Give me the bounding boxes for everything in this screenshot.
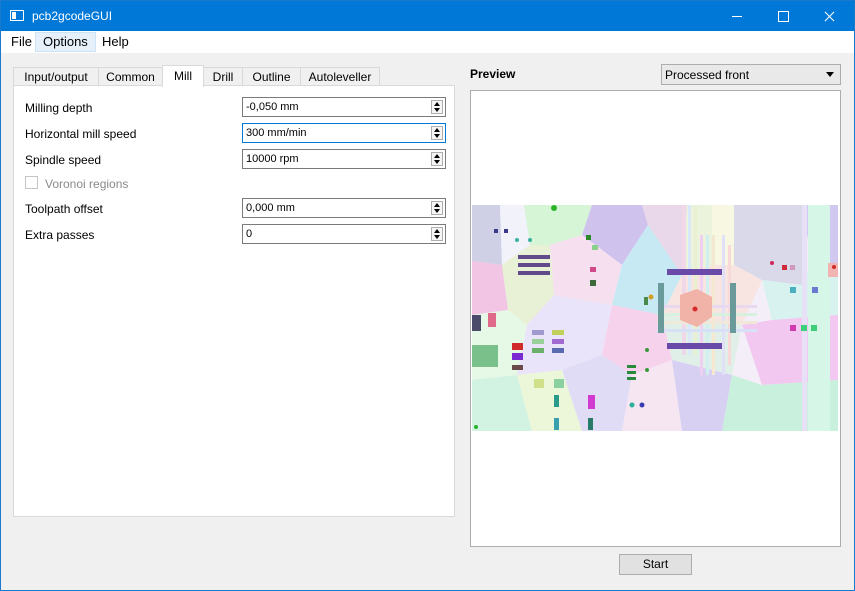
title-bar[interactable]: pcb2gcodeGUI — [1, 1, 854, 31]
toolpath-offset-input[interactable]: 0,000 mm — [242, 198, 446, 218]
toolpath-offset-value[interactable]: 0,000 mm — [246, 202, 295, 214]
menu-help[interactable]: Help — [95, 32, 136, 52]
preview-view-select[interactable]: Processed front — [661, 64, 841, 85]
spindle-speed-spin-buttons[interactable] — [431, 152, 443, 166]
voronoi-checkbox[interactable] — [25, 176, 38, 189]
maximize-icon[interactable] — [760, 1, 806, 31]
milling-depth-spin-buttons[interactable] — [431, 100, 443, 114]
milling-depth-input[interactable]: -0,050 mm — [242, 97, 446, 117]
start-button[interactable]: Start — [619, 554, 692, 575]
spin-down-icon[interactable] — [434, 160, 440, 164]
horizontal-speed-label: Horizontal mill speed — [25, 127, 137, 141]
spin-down-icon[interactable] — [434, 134, 440, 138]
spin-up-icon[interactable] — [434, 229, 440, 233]
spin-up-icon[interactable] — [434, 128, 440, 132]
tab-outline[interactable]: Outline — [242, 67, 301, 86]
spin-down-icon[interactable] — [434, 235, 440, 239]
mill-settings-panel: Milling depth -0,050 mm Horizontal mill … — [13, 85, 455, 517]
menu-options[interactable]: Options — [35, 32, 96, 52]
tab-input-output[interactable]: Input/output — [13, 67, 99, 86]
milling-depth-label: Milling depth — [25, 101, 93, 115]
tab-autoleveller[interactable]: Autoleveller — [300, 67, 380, 86]
preview-label: Preview — [470, 67, 516, 81]
dropdown-arrow-icon[interactable] — [826, 72, 834, 77]
tab-drill[interactable]: Drill — [203, 67, 243, 86]
window-title: pcb2gcodeGUI — [32, 9, 113, 23]
spin-up-icon[interactable] — [434, 203, 440, 207]
spindle-speed-input[interactable]: 10000 rpm — [242, 149, 446, 169]
voronoi-label: Voronoi regions — [45, 177, 129, 191]
horizontal-speed-value[interactable]: 300 mm/min — [246, 127, 307, 139]
spin-down-icon[interactable] — [434, 108, 440, 112]
horizontal-speed-spin-buttons[interactable] — [431, 126, 443, 140]
preview-area[interactable] — [470, 90, 841, 547]
horizontal-speed-input[interactable]: 300 mm/min — [242, 123, 446, 143]
extra-passes-label: Extra passes — [25, 228, 95, 242]
toolpath-offset-spin-buttons[interactable] — [431, 201, 443, 215]
pcb-preview-image — [472, 205, 838, 431]
menu-bar: File Options Help — [1, 31, 854, 53]
spin-up-icon[interactable] — [434, 154, 440, 158]
extra-passes-input[interactable]: 0 — [242, 224, 446, 244]
extra-passes-value[interactable]: 0 — [246, 228, 252, 240]
app-icon — [10, 10, 24, 21]
close-icon[interactable] — [806, 1, 852, 31]
spindle-speed-label: Spindle speed — [25, 153, 102, 167]
app-window: pcb2gcodeGUI File Options Help Input/out… — [0, 0, 855, 591]
tab-common[interactable]: Common — [98, 67, 163, 86]
extra-passes-spin-buttons[interactable] — [431, 227, 443, 241]
preview-view-value[interactable]: Processed front — [665, 68, 749, 82]
toolpath-offset-label: Toolpath offset — [25, 202, 103, 216]
spin-up-icon[interactable] — [434, 102, 440, 106]
milling-depth-value[interactable]: -0,050 mm — [246, 101, 299, 113]
minimize-icon[interactable] — [714, 1, 760, 31]
menu-file[interactable]: File — [4, 32, 39, 52]
spin-down-icon[interactable] — [434, 209, 440, 213]
tab-mill[interactable]: Mill — [162, 65, 204, 87]
spindle-speed-value[interactable]: 10000 rpm — [246, 153, 299, 165]
